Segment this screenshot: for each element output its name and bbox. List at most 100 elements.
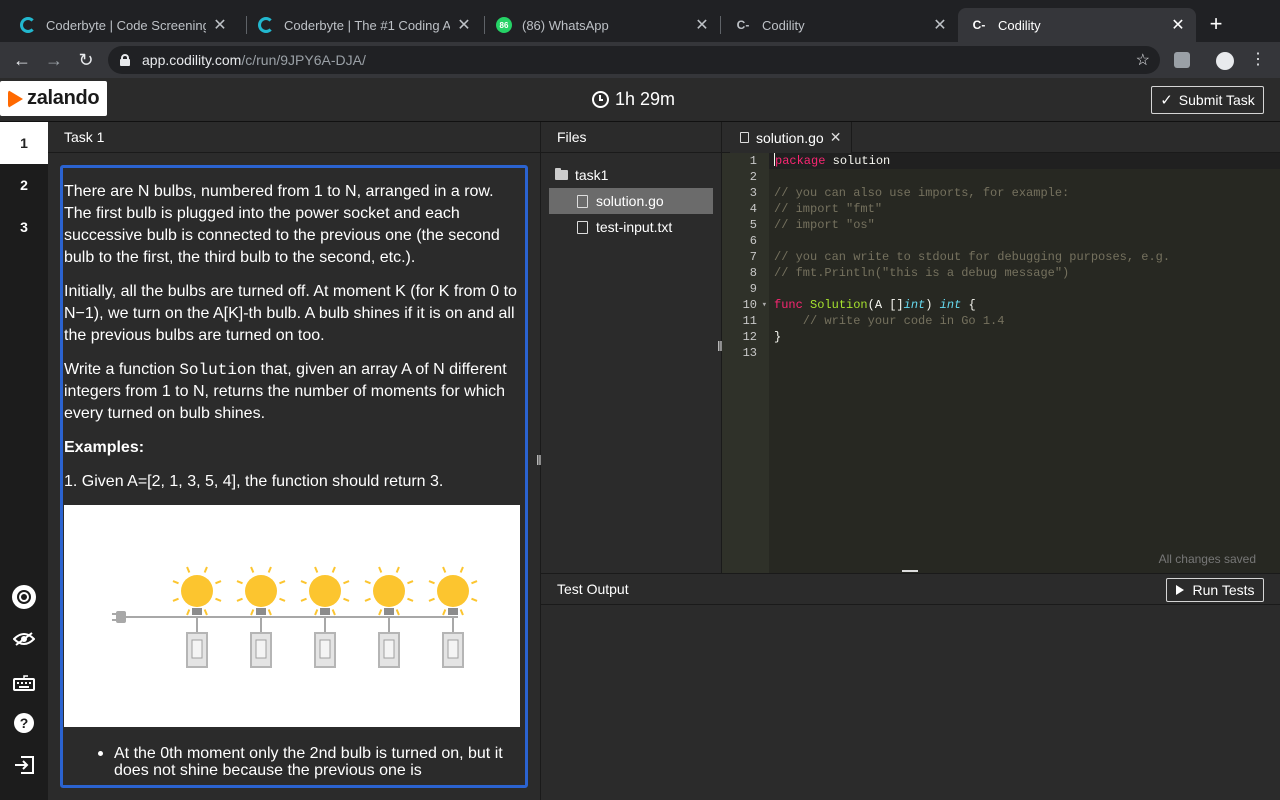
files-panel: Files task1 solution.go test-input.txt xyxy=(541,122,721,573)
line-number: 12 xyxy=(742,330,757,344)
bulbs-diagram-svg xyxy=(112,566,478,668)
files-header: Files xyxy=(541,122,721,153)
code-token: { xyxy=(961,298,976,312)
test-output-panel: Test Output Run Tests xyxy=(541,573,1280,800)
tab-title: Coderbyte | The #1 Coding As xyxy=(284,17,450,33)
task-panel: Task 1 There are N bulbs, numbered from … xyxy=(48,122,540,800)
codility-icon: C- xyxy=(972,18,986,32)
browser-tab[interactable]: Coderbyte | Code Screening, C ✕ xyxy=(8,8,238,42)
folder-icon xyxy=(555,168,568,180)
browser-toolbar: ← → ↻ app.codility.com /c/run/9JPY6A-DJA… xyxy=(0,42,1280,78)
code-line: // import "fmt" xyxy=(774,202,883,216)
back-icon[interactable]: ← xyxy=(12,50,32,70)
browser-tab[interactable]: 86 (86) WhatsApp ✕ xyxy=(484,8,720,42)
editor-tab-label: solution.go xyxy=(756,129,824,146)
zalando-logo-mark-icon xyxy=(8,89,23,108)
task-paragraph: Write a function Solution that, given an… xyxy=(64,359,523,425)
exit-icon[interactable] xyxy=(10,751,38,779)
file-label: test-input.txt xyxy=(596,219,673,235)
close-tab-icon[interactable]: ✕ xyxy=(212,15,228,35)
task-tab-2[interactable]: 2 xyxy=(0,164,48,206)
line-number: 5 xyxy=(749,218,757,232)
clock-icon xyxy=(592,91,609,108)
bookmark-star-icon[interactable]: ☆ xyxy=(1136,50,1150,70)
browser-menu-icon[interactable]: ⋮ xyxy=(1248,50,1268,70)
close-tab-icon[interactable]: ✕ xyxy=(456,15,472,35)
code-line: package solution xyxy=(769,153,1280,169)
submit-label: Submit Task xyxy=(1178,92,1255,108)
hide-icon[interactable] xyxy=(10,625,38,653)
url-path: /c/run/9JPY6A-DJA/ xyxy=(241,52,366,68)
extension-icon[interactable] xyxy=(1174,52,1190,68)
coderbyte-icon xyxy=(258,17,274,33)
task-tab-1[interactable]: 1 xyxy=(0,122,48,164)
file-label: solution.go xyxy=(596,193,664,209)
example-text: 1. Given A=[2, 1, 3, 5, 4], the function… xyxy=(64,473,444,490)
type-token: int xyxy=(939,298,962,312)
browser-tab-active[interactable]: C- Codility ✕ xyxy=(958,8,1196,42)
zalando-logo: zalando xyxy=(0,81,107,116)
close-tab-icon[interactable]: ✕ xyxy=(694,15,710,35)
browser-tab[interactable]: C- Codility ✕ xyxy=(722,8,958,42)
code-line: // you can write to stdout for debugging… xyxy=(774,250,1171,264)
editor-tab-solution-go[interactable]: solution.go ✕ xyxy=(730,122,853,153)
close-tab-icon[interactable]: ✕ xyxy=(932,15,948,35)
text-span: Write a function xyxy=(64,361,180,378)
editor-tabs: solution.go ✕ xyxy=(722,122,1280,153)
code-line: // you can also use imports, for example… xyxy=(774,186,1070,200)
settings-icon[interactable] xyxy=(10,583,38,611)
new-tab-icon[interactable]: + xyxy=(1206,12,1226,36)
file-icon xyxy=(577,194,588,208)
keyboard-icon[interactable] xyxy=(10,669,38,697)
whatsapp-icon: 86 xyxy=(496,17,512,33)
file-solution-go[interactable]: solution.go xyxy=(549,188,713,214)
code-line: // write your code in Go 1.4 xyxy=(774,314,1005,328)
address-bar[interactable]: app.codility.com /c/run/9JPY6A-DJA/ ☆ xyxy=(108,46,1160,74)
coderbyte-icon xyxy=(20,17,36,33)
logo-text: zalando xyxy=(27,87,100,109)
profile-avatar-icon[interactable] xyxy=(1216,52,1234,70)
code-line: // import "os" xyxy=(774,218,875,232)
forward-icon[interactable]: → xyxy=(44,50,64,70)
lock-icon xyxy=(120,54,130,66)
keyword-token: func xyxy=(774,298,803,312)
help-icon[interactable]: ? xyxy=(10,709,38,737)
reload-icon[interactable]: ↻ xyxy=(76,50,96,70)
folder-label: task1 xyxy=(575,167,609,183)
file-test-input[interactable]: test-input.txt xyxy=(541,214,721,240)
submit-task-button[interactable]: ✓ Submit Task xyxy=(1151,86,1264,114)
code-line: } xyxy=(774,330,782,344)
timer-value: 1h 29m xyxy=(615,89,676,109)
svg-text:?: ? xyxy=(20,715,29,731)
close-tab-icon[interactable]: ✕ xyxy=(1170,15,1186,35)
line-number: 6 xyxy=(749,234,757,248)
code-editor: solution.go ✕ 1 2 3 4 5 6 7 8 9 10 ▾ 11 12 13 package… xyxy=(722,122,1280,573)
run-tests-button[interactable]: Run Tests xyxy=(1166,578,1264,602)
task-tab-3[interactable]: 3 xyxy=(0,206,48,248)
run-tests-label: Run Tests xyxy=(1192,582,1255,598)
close-icon[interactable]: ✕ xyxy=(830,129,842,146)
line-number: 7 xyxy=(749,250,757,264)
line-number: 8 xyxy=(749,266,757,280)
browser-tab[interactable]: Coderbyte | The #1 Coding As ✕ xyxy=(246,8,482,42)
task-description[interactable]: There are N bulbs, numbered from 1 to N,… xyxy=(60,165,528,788)
tab-title: Codility xyxy=(762,17,805,33)
play-icon xyxy=(1175,585,1184,595)
folder-task1[interactable]: task1 xyxy=(541,162,721,188)
type-token: int xyxy=(903,298,926,312)
file-icon xyxy=(577,220,588,234)
line-number: 4 xyxy=(749,202,757,216)
power-plug-icon xyxy=(112,611,126,623)
line-number: 13 xyxy=(742,346,757,360)
line-number: 2 xyxy=(749,170,757,184)
line-number: 1 xyxy=(749,154,757,168)
code-text-area[interactable]: package solution // you can also use imp… xyxy=(769,153,1280,573)
codility-icon: C- xyxy=(736,18,750,32)
line-number: 3 xyxy=(749,186,757,200)
line-number: 11 xyxy=(742,314,757,328)
fold-arrow-icon[interactable]: ▾ xyxy=(762,297,767,313)
file-icon xyxy=(740,132,749,143)
